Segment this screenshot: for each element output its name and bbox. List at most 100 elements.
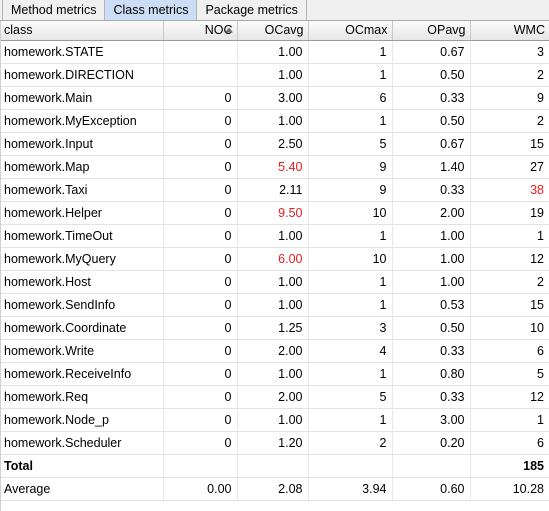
cell-opavg: 0.20: [392, 431, 471, 455]
cell-class: homework.Host: [0, 270, 164, 294]
cell-noc: 0: [163, 224, 238, 248]
table-header: class NOC OCavg OCmax OPavg WMC: [0, 21, 549, 41]
cell-noc: 0.00: [163, 477, 238, 501]
tab-package-metrics[interactable]: Package metrics: [197, 0, 307, 20]
table-row[interactable]: homework.TimeOut 0 1.00 1 1.00 1: [0, 224, 549, 248]
table-row[interactable]: homework.Node_p 0 1.00 1 3.00 1: [0, 408, 549, 432]
column-header-wmc[interactable]: WMC: [470, 21, 549, 41]
table-row[interactable]: homework.Helper 0 9.50 10 2.00 19: [0, 201, 549, 225]
table-row[interactable]: homework.Taxi 0 2.11 9 0.33 38: [0, 178, 549, 202]
table-header-row: class NOC OCavg OCmax OPavg WMC: [0, 21, 549, 41]
cell-ocavg: 1.00: [237, 408, 309, 432]
cell-class: homework.Main: [0, 86, 164, 110]
cell-opavg: 0.53: [392, 293, 471, 317]
cell-class: Total: [0, 454, 164, 478]
column-header-ocavg[interactable]: OCavg: [237, 21, 309, 41]
table-row[interactable]: homework.Main 0 3.00 6 0.33 9: [0, 86, 549, 110]
cell-noc: 0: [163, 293, 238, 317]
metrics-tab-strip: Method metrics Class metrics Package met…: [0, 0, 549, 21]
class-metrics-table: class NOC OCavg OCmax OPavg WMC homework…: [0, 21, 549, 501]
cell-ocmax: 1: [308, 293, 393, 317]
cell-wmc: 15: [470, 132, 549, 156]
cell-wmc: 27: [470, 155, 549, 179]
tab-class-metrics[interactable]: Class metrics: [105, 0, 198, 20]
cell-ocavg: 1.00: [237, 362, 309, 386]
cell-ocavg: 5.40: [237, 155, 309, 179]
cell-ocavg: 1.00: [237, 63, 309, 87]
column-header-class[interactable]: class: [0, 21, 164, 41]
table-row[interactable]: homework.Coordinate 0 1.25 3 0.50 10: [0, 316, 549, 340]
cell-ocavg: 3.00: [237, 86, 309, 110]
cell-class: homework.TimeOut: [0, 224, 164, 248]
cell-opavg: 1.00: [392, 224, 471, 248]
cell-ocmax: 3: [308, 316, 393, 340]
table-summary-row[interactable]: Total 185: [0, 454, 549, 478]
cell-ocmax: 1: [308, 270, 393, 294]
cell-class: homework.Taxi: [0, 178, 164, 202]
table-row[interactable]: homework.MyQuery 0 6.00 10 1.00 12: [0, 247, 549, 271]
cell-ocavg: 2.50: [237, 132, 309, 156]
cell-opavg: 1.40: [392, 155, 471, 179]
cell-wmc: 12: [470, 247, 549, 271]
cell-wmc: 1: [470, 408, 549, 432]
cell-ocmax: 6: [308, 86, 393, 110]
cell-opavg: [392, 454, 471, 478]
cell-wmc: 2: [470, 270, 549, 294]
table-row[interactable]: homework.Write 0 2.00 4 0.33 6: [0, 339, 549, 363]
cell-wmc: 2: [470, 63, 549, 87]
cell-ocavg: 2.00: [237, 385, 309, 409]
cell-noc: 0: [163, 178, 238, 202]
cell-wmc: 3: [470, 40, 549, 64]
table-row[interactable]: homework.STATE 1.00 1 0.67 3: [0, 40, 549, 64]
tab-method-metrics-label: Method metrics: [11, 2, 97, 17]
table-row[interactable]: homework.ReceiveInfo 0 1.00 1 0.80 5: [0, 362, 549, 386]
cell-opavg: 0.33: [392, 178, 471, 202]
cell-opavg: 0.50: [392, 109, 471, 133]
table-row[interactable]: homework.MyException 0 1.00 1 0.50 2: [0, 109, 549, 133]
panel-left-edge: [0, 21, 1, 511]
cell-opavg: 0.33: [392, 86, 471, 110]
table-row[interactable]: homework.Host 0 1.00 1 1.00 2: [0, 270, 549, 294]
cell-ocavg: 1.00: [237, 270, 309, 294]
cell-class: homework.Coordinate: [0, 316, 164, 340]
cell-wmc: 6: [470, 431, 549, 455]
cell-ocmax: 10: [308, 201, 393, 225]
cell-opavg: 0.60: [392, 477, 471, 501]
cell-ocavg: 1.00: [237, 109, 309, 133]
class-metrics-panel: Method metrics Class metrics Package met…: [0, 0, 549, 511]
table-row[interactable]: homework.Input 0 2.50 5 0.67 15: [0, 132, 549, 156]
cell-noc: 0: [163, 201, 238, 225]
metrics-table-container[interactable]: class NOC OCavg OCmax OPavg WMC homework…: [0, 21, 549, 511]
column-header-wmc-label: WMC: [513, 23, 545, 38]
table-row[interactable]: homework.SendInfo 0 1.00 1 0.53 15: [0, 293, 549, 317]
cell-wmc: 19: [470, 201, 549, 225]
cell-opavg: 3.00: [392, 408, 471, 432]
column-header-opavg-label: OPavg: [427, 23, 466, 38]
column-header-ocmax[interactable]: OCmax: [308, 21, 393, 41]
column-header-ocavg-label: OCavg: [264, 23, 304, 38]
cell-class: homework.Input: [0, 132, 164, 156]
cell-opavg: 0.33: [392, 339, 471, 363]
cell-wmc: 15: [470, 293, 549, 317]
cell-ocmax: [308, 454, 393, 478]
cell-ocmax: 2: [308, 431, 393, 455]
table-row[interactable]: homework.Scheduler 0 1.20 2 0.20 6: [0, 431, 549, 455]
cell-noc: [163, 63, 238, 87]
cell-opavg: 0.80: [392, 362, 471, 386]
cell-class: homework.STATE: [0, 40, 164, 64]
column-header-opavg[interactable]: OPavg: [392, 21, 471, 41]
cell-noc: 0: [163, 247, 238, 271]
cell-noc: [163, 40, 238, 64]
table-row[interactable]: homework.Req 0 2.00 5 0.33 12: [0, 385, 549, 409]
column-header-noc[interactable]: NOC: [163, 21, 238, 41]
cell-opavg: 0.50: [392, 63, 471, 87]
cell-wmc: 12: [470, 385, 549, 409]
table-summary-row[interactable]: Average 0.00 2.08 3.94 0.60 10.28: [0, 477, 549, 501]
table-row[interactable]: homework.DIRECTION 1.00 1 0.50 2: [0, 63, 549, 87]
cell-opavg: 0.67: [392, 132, 471, 156]
tab-method-metrics[interactable]: Method metrics: [2, 0, 106, 20]
cell-wmc: 6: [470, 339, 549, 363]
table-row[interactable]: homework.Map 0 5.40 9 1.40 27: [0, 155, 549, 179]
cell-ocavg: 1.00: [237, 40, 309, 64]
cell-class: homework.Map: [0, 155, 164, 179]
